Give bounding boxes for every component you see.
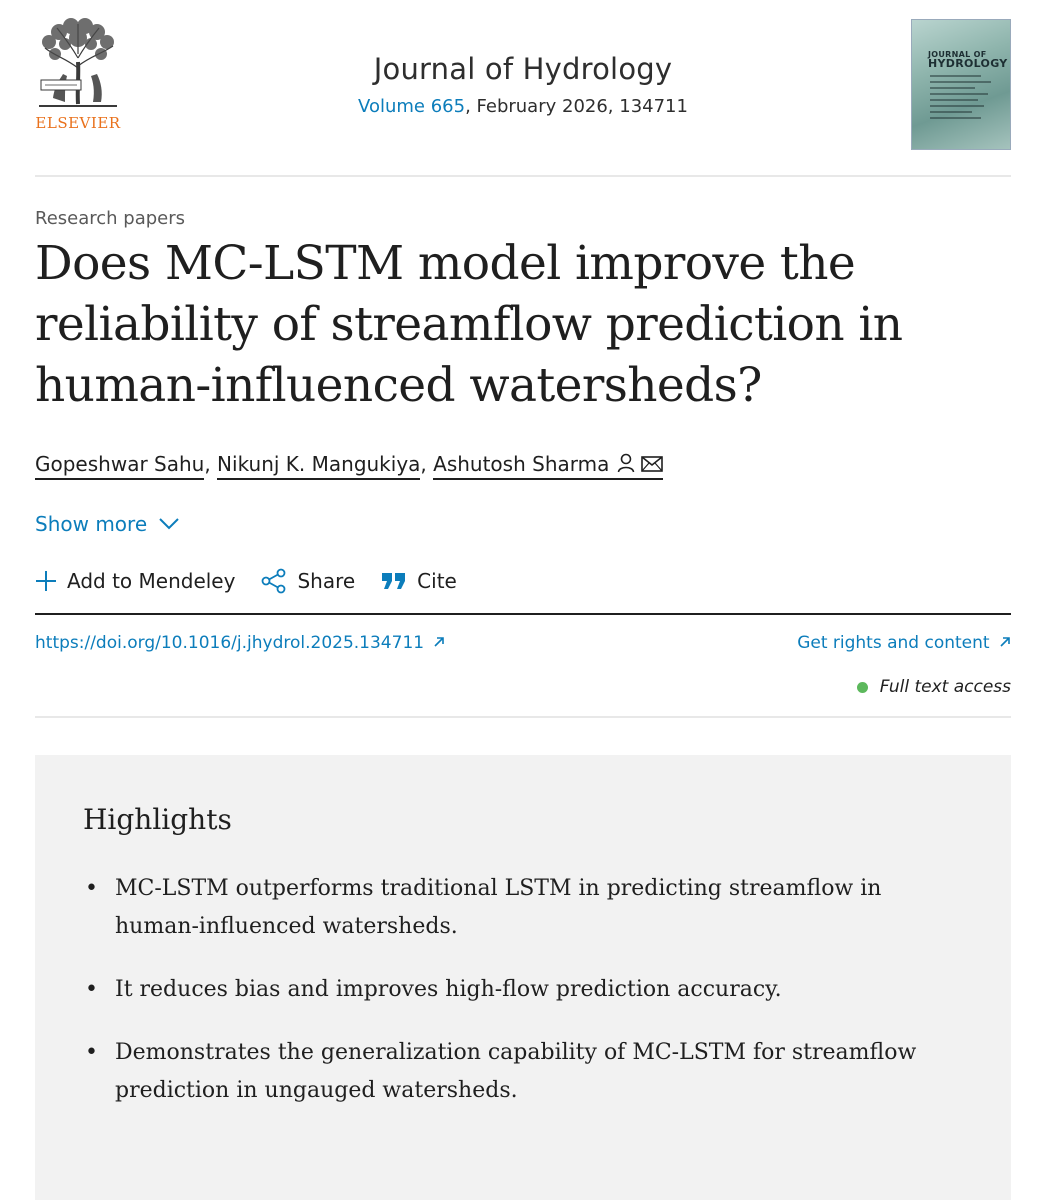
journal-info: Journal of Hydrology Volume 665, Februar… bbox=[35, 52, 1011, 117]
rights-text: Get rights and content bbox=[797, 633, 990, 653]
highlights-title: Highlights bbox=[83, 803, 232, 836]
bullet: • bbox=[85, 1040, 98, 1065]
cover-title-line2: HYDROLOGY bbox=[928, 57, 1008, 70]
highlights-section: Highlights • MC-LSTM outperforms traditi… bbox=[35, 755, 1011, 1200]
journal-header: ELSEVIER Journal of Hydrology Volume 665… bbox=[35, 0, 1011, 176]
author-link-3[interactable]: Ashutosh Sharma bbox=[433, 452, 664, 480]
plus-icon bbox=[36, 571, 56, 591]
volume-link[interactable]: Volume 665 bbox=[358, 96, 465, 117]
get-rights-link[interactable]: Get rights and content bbox=[797, 633, 1011, 653]
access-status: Full text access bbox=[856, 677, 1011, 697]
show-more-label: Show more bbox=[35, 512, 148, 536]
highlight-text: It reduces bias and improves high-flow p… bbox=[115, 977, 782, 1002]
highlight-text: Demonstrates the generalization capabili… bbox=[115, 1040, 917, 1103]
show-more-button[interactable]: Show more bbox=[35, 512, 179, 536]
cover-title: JOURNAL OF HYDROLOGY bbox=[928, 50, 1008, 70]
quote-icon bbox=[382, 573, 406, 589]
access-text: Full text access bbox=[879, 677, 1011, 697]
header-divider bbox=[35, 175, 1011, 177]
bullet: • bbox=[85, 876, 98, 901]
doi-text: https://doi.org/10.1016/j.jhydrol.2025.1… bbox=[35, 633, 425, 653]
journal-meta: Volume 665, February 2026, 134711 bbox=[35, 96, 1011, 117]
author-separator: , bbox=[204, 452, 218, 476]
highlight-item: • MC-LSTM outperforms traditional LSTM i… bbox=[83, 870, 943, 946]
issue-meta: , February 2026, 134711 bbox=[465, 96, 688, 117]
cover-decoration bbox=[930, 75, 994, 123]
article-type: Research papers bbox=[35, 208, 186, 229]
cite-label: Cite bbox=[417, 569, 457, 593]
share-button[interactable]: Share bbox=[261, 568, 355, 594]
share-icon bbox=[262, 568, 286, 594]
cite-button[interactable]: Cite bbox=[381, 569, 457, 593]
person-icon bbox=[618, 453, 635, 473]
highlight-item: • It reduces bias and improves high-flow… bbox=[83, 971, 943, 1009]
doi-link[interactable]: https://doi.org/10.1016/j.jhydrol.2025.1… bbox=[35, 633, 445, 653]
author-link-2[interactable]: Nikunj K. Mangukiya bbox=[217, 452, 421, 480]
highlight-text: MC-LSTM outperforms traditional LSTM in … bbox=[115, 876, 882, 939]
envelope-icon bbox=[641, 456, 664, 472]
external-arrow-icon bbox=[1000, 637, 1010, 647]
author-list: Gopeshwar Sahu, Nikunj K. Mangukiya, Ash… bbox=[35, 452, 664, 480]
journal-cover-image[interactable]: JOURNAL OF HYDROLOGY bbox=[911, 19, 1011, 150]
author-link-1[interactable]: Gopeshwar Sahu bbox=[35, 452, 205, 480]
highlights-list: • MC-LSTM outperforms traditional LSTM i… bbox=[83, 870, 943, 1135]
actions-divider bbox=[35, 613, 1011, 615]
share-label: Share bbox=[297, 569, 356, 593]
article-actions: Add to Mendeley Share Cite bbox=[35, 568, 483, 594]
article-title: Does MC-LSTM model improve the reliabili… bbox=[35, 236, 903, 413]
author-name-3: Ashutosh Sharma bbox=[433, 452, 610, 476]
journal-title-link[interactable]: Journal of Hydrology bbox=[35, 52, 1011, 86]
add-to-mendeley-label: Add to Mendeley bbox=[67, 569, 236, 593]
meta-divider bbox=[35, 716, 1011, 718]
external-arrow-icon bbox=[434, 637, 445, 647]
chevron-down-icon bbox=[159, 518, 179, 530]
access-indicator-dot bbox=[856, 681, 868, 693]
add-to-mendeley-button[interactable]: Add to Mendeley bbox=[35, 569, 235, 593]
bullet: • bbox=[85, 977, 98, 1002]
highlight-item: • Demonstrates the generalization capabi… bbox=[83, 1034, 943, 1110]
author-separator: , bbox=[420, 452, 434, 476]
